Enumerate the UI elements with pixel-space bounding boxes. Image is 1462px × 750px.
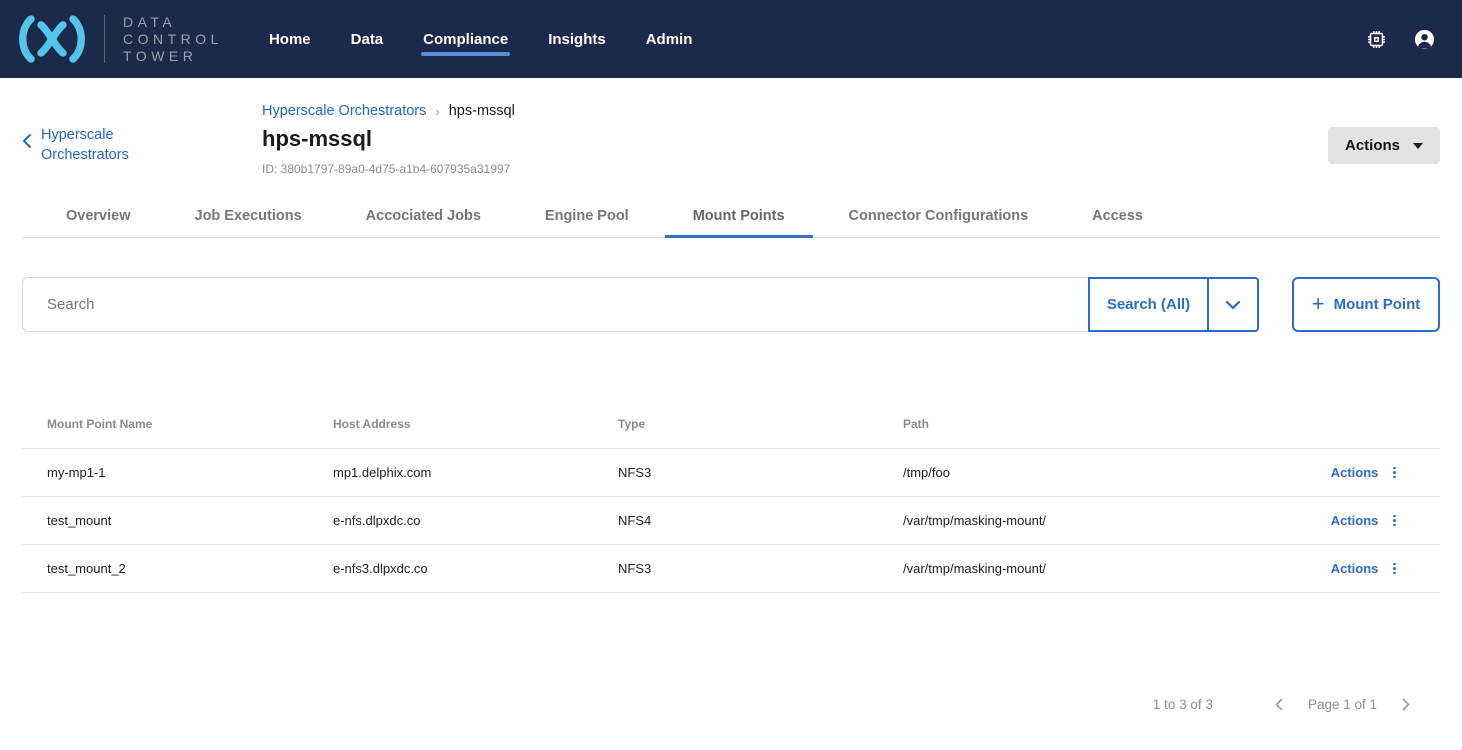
cell-actions: Actions: [1290, 561, 1440, 577]
entity-id: ID: 380b1797-89a0-4d75-a1b4-607935a31997: [262, 162, 515, 176]
caret-down-icon: [1413, 143, 1423, 149]
cell-path: /var/tmp/masking-mount/: [878, 561, 1290, 576]
cell-actions: Actions: [1290, 465, 1440, 481]
tab-bar: Overview Job Executions Accociated Jobs …: [22, 196, 1440, 238]
search-all-button[interactable]: Search (All): [1090, 279, 1207, 330]
kebab-menu-icon[interactable]: [1391, 465, 1398, 481]
brand-line: CONTROL: [123, 31, 223, 48]
cell-type: NFS3: [593, 561, 878, 576]
search-toolbar: Search (All) + Mount Point: [22, 277, 1440, 332]
cell-path: /tmp/foo: [878, 465, 1290, 480]
search-split-button: Search (All): [1088, 277, 1259, 332]
chevron-left-icon: [22, 133, 32, 149]
cell-type: NFS3: [593, 465, 878, 480]
row-actions-link[interactable]: Actions: [1331, 465, 1379, 480]
table-row: test_mount_2 e-nfs3.dlpxdc.co NFS3 /var/…: [22, 545, 1440, 593]
pagination-range: 1 to 3 of 3: [1153, 697, 1213, 712]
page-title: hps-mssql: [262, 126, 515, 152]
nav-item-home[interactable]: Home: [269, 31, 311, 48]
plus-icon: +: [1312, 293, 1325, 315]
top-nav-bar: DATA CONTROL TOWER Home Data Compliance …: [0, 0, 1462, 78]
cell-host-address: e-nfs3.dlpxdc.co: [308, 561, 593, 576]
table-row: test_mount e-nfs.dlpxdc.co NFS4 /var/tmp…: [22, 497, 1440, 545]
cell-host-address: e-nfs.dlpxdc.co: [308, 513, 593, 528]
tab-overview[interactable]: Overview: [38, 196, 159, 238]
breadcrumb-parent-link[interactable]: Hyperscale Orchestrators: [262, 103, 426, 119]
pagination-footer: 1 to 3 of 3 Page 1 of 1: [22, 697, 1440, 712]
main-nav: Home Data Compliance Insights Admin: [269, 31, 692, 48]
back-link[interactable]: Hyperscale Orchestrators: [22, 125, 146, 165]
row-actions-link[interactable]: Actions: [1331, 513, 1379, 528]
chip-icon[interactable]: [1366, 29, 1387, 50]
user-account-icon[interactable]: [1413, 28, 1436, 51]
brand-divider: [104, 15, 105, 63]
search-input[interactable]: [22, 277, 1089, 332]
brand-line: TOWER: [123, 48, 223, 65]
cell-actions: Actions: [1290, 513, 1440, 529]
chevron-right-icon: [1402, 698, 1410, 711]
kebab-menu-icon[interactable]: [1391, 513, 1398, 529]
pagination-page-text: Page 1 of 1: [1308, 697, 1377, 712]
tab-accociated-jobs[interactable]: Accociated Jobs: [338, 196, 509, 238]
cell-type: NFS4: [593, 513, 878, 528]
nav-item-admin[interactable]: Admin: [646, 31, 693, 48]
col-header-type: Type: [593, 417, 878, 431]
pager: Page 1 of 1: [1275, 697, 1410, 712]
breadcrumb-current: hps-mssql: [449, 103, 515, 119]
col-header-mount-point-name: Mount Point Name: [22, 417, 308, 431]
row-actions-link[interactable]: Actions: [1331, 561, 1379, 576]
cell-mount-point-name: test_mount: [22, 513, 308, 528]
cell-path: /var/tmp/masking-mount/: [878, 513, 1290, 528]
add-mount-point-label: Mount Point: [1334, 296, 1421, 313]
kebab-menu-icon[interactable]: [1391, 561, 1398, 577]
actions-button[interactable]: Actions: [1328, 127, 1440, 164]
cell-mount-point-name: my-mp1-1: [22, 465, 308, 480]
dct-logo-icon: [14, 12, 90, 66]
table-header-row: Mount Point Name Host Address Type Path: [22, 400, 1440, 449]
nav-item-insights[interactable]: Insights: [548, 31, 606, 48]
tab-job-executions[interactable]: Job Executions: [167, 196, 330, 238]
search-options-dropdown[interactable]: [1207, 279, 1257, 330]
col-header-host-address: Host Address: [308, 417, 593, 431]
chevron-down-icon: [1225, 300, 1241, 310]
brand-line: DATA: [123, 14, 223, 31]
nav-item-compliance[interactable]: Compliance: [423, 31, 508, 48]
table-row: my-mp1-1 mp1.delphix.com NFS3 /tmp/foo A…: [22, 449, 1440, 497]
brand[interactable]: DATA CONTROL TOWER: [14, 12, 223, 66]
col-header-path: Path: [878, 417, 1290, 431]
back-link-label: Hyperscale Orchestrators: [41, 125, 146, 165]
chevron-left-icon: [1275, 698, 1283, 711]
brand-wordmark: DATA CONTROL TOWER: [123, 14, 223, 65]
nav-item-data[interactable]: Data: [351, 31, 384, 48]
cell-host-address: mp1.delphix.com: [308, 465, 593, 480]
breadcrumb-separator: ›: [435, 104, 439, 119]
mount-points-table: Mount Point Name Host Address Type Path …: [22, 400, 1440, 593]
next-page-button[interactable]: [1402, 698, 1410, 711]
nav-right-icons: [1366, 28, 1436, 51]
tab-access[interactable]: Access: [1064, 196, 1171, 238]
page-header: Hyperscale Orchestrators Hyperscale Orch…: [22, 78, 1440, 196]
tab-engine-pool[interactable]: Engine Pool: [517, 196, 657, 238]
page-header-center: Hyperscale Orchestrators › hps-mssql hps…: [262, 103, 515, 176]
breadcrumb: Hyperscale Orchestrators › hps-mssql: [262, 103, 515, 119]
cell-mount-point-name: test_mount_2: [22, 561, 308, 576]
previous-page-button[interactable]: [1275, 698, 1283, 711]
tab-mount-points[interactable]: Mount Points: [665, 196, 813, 238]
tab-connector-configurations[interactable]: Connector Configurations: [821, 196, 1057, 238]
add-mount-point-button[interactable]: + Mount Point: [1292, 277, 1440, 332]
actions-button-label: Actions: [1345, 137, 1400, 154]
